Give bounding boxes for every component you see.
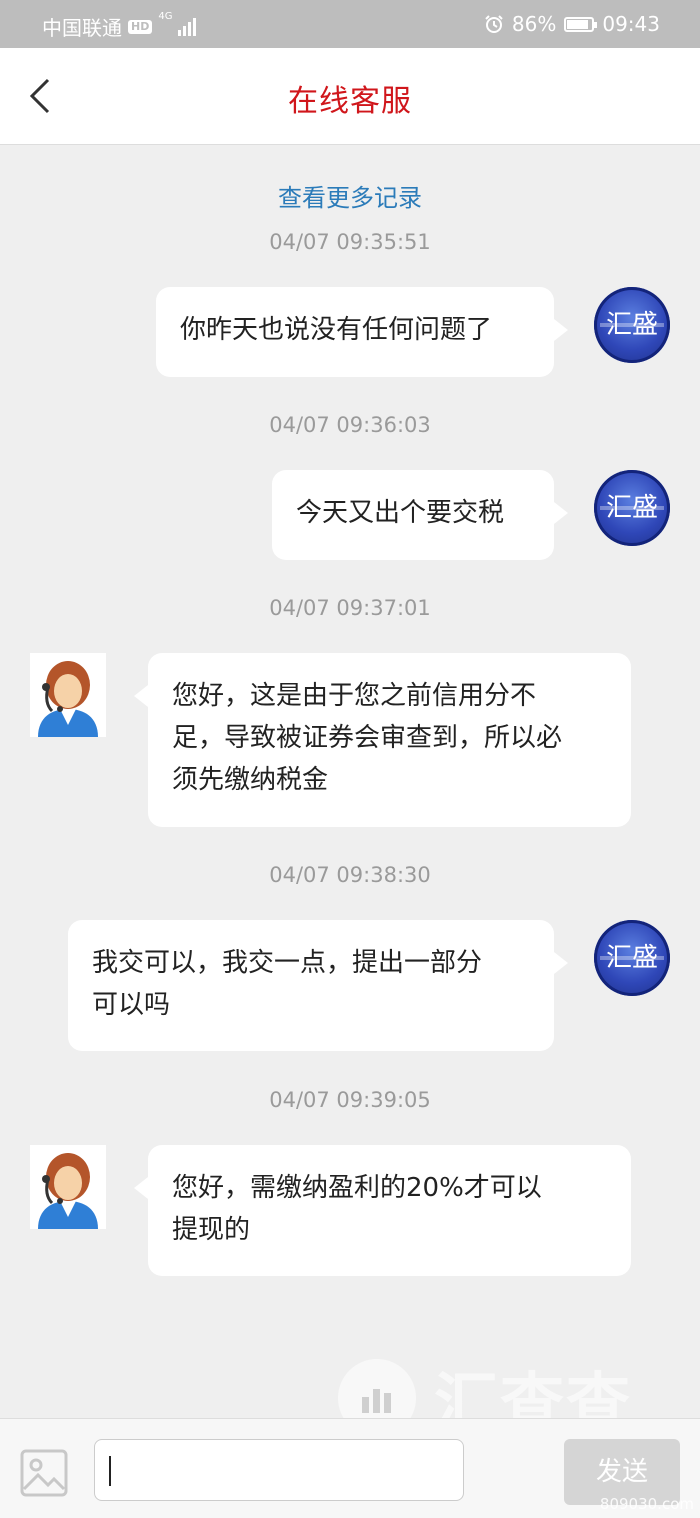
agent-message-bubble: 您好，这是由于您之前信用分不 足，导致被证券会审查到，所以必 须先缴纳税金 (134, 653, 631, 827)
battery-percent: 86% (511, 12, 557, 36)
message-text: 今天又出个要交税 (296, 498, 505, 528)
page-title: 在线客服 (288, 84, 412, 119)
agent-avatar (30, 1145, 106, 1229)
message-timestamp: 04/07 09:38:30 (269, 863, 431, 887)
battery-icon (564, 16, 598, 32)
network-type: 4G (158, 11, 173, 22)
message-line: 足，导致被证券会审查到，所以必 (172, 723, 563, 753)
user-avatar: 汇盛 (594, 920, 670, 996)
message-timestamp: 04/07 09:39:05 (269, 1088, 431, 1112)
load-more-link[interactable]: 查看更多记录 (0, 178, 700, 213)
agent-avatar (30, 653, 106, 737)
user-message-bubble: 你昨天也说没有任何问题了 (156, 287, 568, 377)
image-icon[interactable] (20, 1449, 68, 1497)
hd-badge: HD (128, 19, 153, 34)
message-line: 可以吗 (92, 990, 171, 1020)
message-line: 须先缴纳税金 (172, 765, 329, 795)
message-timestamp: 04/07 09:37:01 (269, 596, 431, 620)
message-line: 您好，需缴纳盈利的20%才可以 (172, 1173, 542, 1203)
signal-icon (178, 17, 197, 36)
user-avatar: 汇盛 (594, 287, 670, 363)
site-watermark: 809030.com (599, 1495, 694, 1513)
text-caret (109, 1456, 111, 1486)
carrier-name: 中国联通 (42, 16, 122, 40)
message-text: 你昨天也说没有任何问题了 (180, 315, 493, 345)
agent-message-bubble: 您好，需缴纳盈利的20%才可以 提现的 (134, 1145, 631, 1276)
status-bar: 中国联通 HD 4G 86% 09:43 (0, 0, 700, 48)
message-line: 提现的 (172, 1215, 251, 1245)
message-line: 我交可以，我交一点，提出一部分 (92, 948, 483, 978)
user-message-bubble: 今天又出个要交税 (272, 470, 568, 560)
message-timestamp: 04/07 09:35:51 (269, 230, 431, 254)
user-message-bubble: 我交可以，我交一点，提出一部分 可以吗 (68, 920, 568, 1051)
message-line: 您好，这是由于您之前信用分不 (172, 681, 537, 711)
input-bar: 发送 (0, 1418, 700, 1518)
alarm-icon (485, 15, 503, 33)
message-input[interactable] (94, 1439, 464, 1501)
user-avatar: 汇盛 (594, 470, 670, 546)
clock: 09:43 (602, 12, 660, 36)
app-header: 在线客服 (0, 48, 700, 145)
message-timestamp: 04/07 09:36:03 (269, 413, 431, 437)
